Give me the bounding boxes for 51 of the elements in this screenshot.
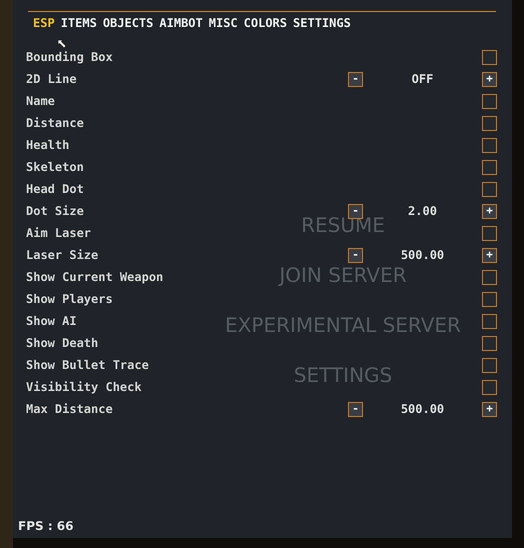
option-label: Show Death — [26, 336, 98, 350]
option-label: Laser Size — [26, 248, 98, 262]
option-value: OFF — [410, 72, 434, 86]
checkbox[interactable] — [482, 336, 497, 350]
option-label: Show AI — [26, 314, 77, 328]
checkbox[interactable] — [482, 270, 497, 284]
checkbox[interactable] — [482, 380, 497, 394]
tab[interactable]: OBJECTS — [100, 15, 156, 31]
increment-button[interactable]: + — [482, 72, 497, 86]
checkbox[interactable] — [482, 314, 497, 328]
option-label: Max Distance — [26, 402, 113, 416]
checkbox[interactable] — [482, 358, 497, 372]
checkbox[interactable] — [482, 50, 497, 64]
tab[interactable]: ESP — [30, 15, 58, 31]
cursor-icon — [57, 39, 67, 49]
tab[interactable]: SETTINGS — [290, 15, 354, 31]
option-label: 2D Line — [26, 72, 77, 86]
tab[interactable]: MISC — [206, 15, 241, 31]
tab[interactable]: ITEMS — [58, 15, 100, 31]
increment-button[interactable]: + — [482, 402, 497, 416]
checkbox[interactable] — [482, 138, 497, 152]
option-label: Skeleton — [26, 160, 84, 174]
fps-counter: FPS : 66 — [18, 519, 74, 533]
checkbox[interactable] — [482, 182, 497, 196]
option-label: Dot Size — [26, 204, 84, 218]
increment-button[interactable]: + — [482, 248, 497, 262]
option-label: Show Bullet Trace — [26, 358, 149, 372]
option-label: Distance — [26, 116, 84, 130]
option-value: 2.00 — [407, 204, 438, 218]
checkbox[interactable] — [482, 116, 497, 130]
decrement-button[interactable]: - — [348, 204, 363, 218]
option-value: 500.00 — [400, 402, 446, 416]
checkbox[interactable] — [482, 94, 497, 108]
decrement-button[interactable]: - — [348, 72, 363, 86]
decrement-button[interactable]: - — [348, 248, 363, 262]
option-value: 500.00 — [400, 248, 446, 262]
tab[interactable]: COLORS — [240, 15, 290, 31]
checkbox[interactable] — [482, 292, 497, 306]
option-label: Aim Laser — [26, 226, 92, 240]
tab[interactable]: AIMBOT — [156, 15, 206, 31]
checkbox[interactable] — [482, 226, 497, 240]
increment-button[interactable]: + — [482, 204, 497, 218]
option-label: Head Dot — [26, 182, 84, 196]
option-label: Visibility Check — [26, 380, 142, 394]
option-label: Name — [26, 94, 55, 108]
option-label: Health — [26, 138, 70, 152]
option-label: Show Players — [26, 292, 113, 306]
option-label: Bounding Box — [26, 50, 113, 64]
decrement-button[interactable]: - — [348, 402, 363, 416]
option-label: Show Current Weapon — [26, 270, 164, 284]
checkbox[interactable] — [482, 160, 497, 174]
